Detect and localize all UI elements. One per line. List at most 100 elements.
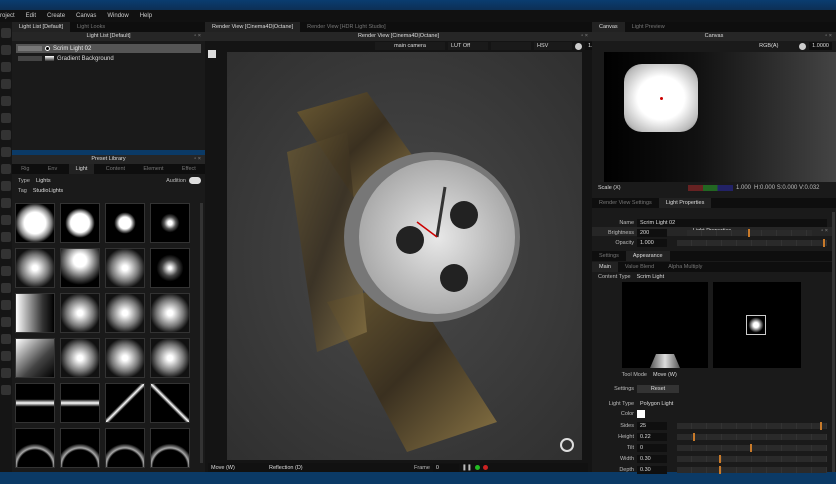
canvas-view[interactable] bbox=[604, 52, 836, 182]
color-swatch[interactable] bbox=[637, 410, 645, 418]
visibility-icons[interactable] bbox=[18, 46, 42, 51]
menu-project[interactable]: roject bbox=[0, 13, 15, 19]
preset-tab-env[interactable]: Env bbox=[41, 164, 64, 174]
preset-thumbnail[interactable] bbox=[150, 428, 190, 468]
content-type-select[interactable]: Scrim Light bbox=[633, 273, 674, 281]
tool-button[interactable] bbox=[1, 351, 11, 361]
preset-tab-light[interactable]: Light bbox=[68, 164, 95, 174]
preset-thumbnail[interactable] bbox=[15, 203, 55, 243]
param-slider[interactable] bbox=[677, 466, 827, 474]
tab-canvas[interactable]: Canvas bbox=[592, 22, 625, 32]
tab-render-hdr[interactable]: Render View [HDR Light Studio] bbox=[300, 22, 392, 32]
preset-thumbnail[interactable] bbox=[15, 338, 55, 378]
tool-button[interactable] bbox=[1, 385, 11, 395]
preset-tab-effect[interactable]: Effect bbox=[175, 164, 203, 174]
channel-select[interactable]: RGB(A) bbox=[756, 42, 797, 50]
light-handle[interactable] bbox=[660, 97, 663, 100]
reflection-select[interactable]: Reflection (D) bbox=[266, 463, 316, 472]
preset-thumbnail[interactable] bbox=[150, 383, 190, 423]
param-slider[interactable] bbox=[677, 422, 827, 430]
pause-icon[interactable]: ❚❚ bbox=[462, 464, 472, 471]
param-field[interactable]: 25 bbox=[637, 422, 667, 430]
tool-button[interactable] bbox=[1, 181, 11, 191]
brightness-slider[interactable] bbox=[687, 229, 812, 237]
tab-appearance[interactable]: Appearance bbox=[625, 251, 670, 261]
move-tool-select[interactable]: Move (W) bbox=[208, 463, 263, 472]
slider-knob[interactable] bbox=[750, 444, 752, 452]
param-field[interactable]: 0.30 bbox=[637, 466, 667, 474]
slider-knob[interactable] bbox=[719, 466, 722, 474]
param-field[interactable]: 0.22 bbox=[637, 433, 667, 441]
preset-thumbnail[interactable] bbox=[150, 293, 190, 333]
pencil-tool[interactable] bbox=[208, 50, 216, 58]
param-slider[interactable] bbox=[677, 444, 827, 452]
hsv-select[interactable]: HSV bbox=[534, 42, 572, 50]
tool-button[interactable] bbox=[1, 113, 11, 123]
scrollbar[interactable] bbox=[200, 203, 203, 463]
preset-tab-content[interactable]: Content bbox=[99, 164, 132, 174]
light-row[interactable]: Gradient Background bbox=[16, 54, 201, 63]
preset-thumbnail[interactable] bbox=[60, 338, 100, 378]
tool-button[interactable] bbox=[1, 130, 11, 140]
preset-thumbnail[interactable] bbox=[105, 338, 145, 378]
tool-button[interactable] bbox=[1, 249, 11, 259]
preset-thumbnail[interactable] bbox=[150, 248, 190, 288]
tool-button[interactable] bbox=[1, 266, 11, 276]
preset-thumbnail[interactable] bbox=[60, 248, 100, 288]
exposure-icon[interactable] bbox=[799, 42, 807, 50]
tool-button[interactable] bbox=[1, 45, 11, 55]
preset-thumbnail[interactable] bbox=[105, 428, 145, 468]
param-field[interactable]: 0 bbox=[637, 444, 667, 452]
name-field[interactable]: Scrim Light 02 bbox=[637, 219, 827, 227]
menu-create[interactable]: Create bbox=[47, 13, 65, 19]
camera-select[interactable]: main camera bbox=[375, 42, 445, 50]
preset-thumbnail[interactable] bbox=[15, 248, 55, 288]
tool-button[interactable] bbox=[1, 62, 11, 72]
preset-thumbnail[interactable] bbox=[105, 293, 145, 333]
preset-thumbnail[interactable] bbox=[105, 383, 145, 423]
profile-curve-view[interactable] bbox=[622, 282, 708, 368]
tool-button[interactable] bbox=[1, 198, 11, 208]
audition-toggle[interactable] bbox=[189, 177, 201, 184]
preset-thumbnail[interactable] bbox=[60, 383, 100, 423]
opacity-field[interactable]: 1.000 bbox=[637, 239, 667, 247]
menu-window[interactable]: Window bbox=[107, 13, 128, 19]
lut-file[interactable] bbox=[491, 42, 531, 50]
reset-button[interactable]: Reset bbox=[637, 385, 679, 393]
preset-thumbnail[interactable] bbox=[60, 203, 100, 243]
tab-value-blend[interactable]: Value Blend bbox=[618, 262, 661, 272]
tool-button[interactable] bbox=[1, 334, 11, 344]
param-field[interactable]: 0.30 bbox=[637, 455, 667, 463]
render-viewport[interactable] bbox=[227, 52, 582, 460]
slider-knob[interactable] bbox=[719, 455, 722, 463]
scale-select[interactable]: Scale (X) bbox=[595, 184, 655, 192]
tab-main[interactable]: Main bbox=[592, 262, 618, 272]
tool-button[interactable] bbox=[1, 147, 11, 157]
tool-button[interactable] bbox=[1, 28, 11, 38]
tool-button[interactable] bbox=[1, 96, 11, 106]
preset-thumbnail[interactable] bbox=[105, 248, 145, 288]
panel-controls[interactable]: ▫ × bbox=[194, 32, 201, 41]
tool-button[interactable] bbox=[1, 283, 11, 293]
visibility-icons[interactable] bbox=[18, 56, 42, 61]
tool-button[interactable] bbox=[1, 79, 11, 89]
tool-button[interactable] bbox=[1, 232, 11, 242]
slider-knob[interactable] bbox=[693, 433, 696, 441]
menu-edit[interactable]: Edit bbox=[26, 13, 36, 19]
preset-thumbnail[interactable] bbox=[150, 338, 190, 378]
slider-knob[interactable] bbox=[820, 422, 823, 430]
tool-mode-select[interactable]: Move (W) bbox=[650, 371, 700, 379]
tab-settings[interactable]: Settings bbox=[592, 251, 626, 261]
opacity-slider[interactable] bbox=[677, 239, 827, 247]
preset-thumbnail[interactable] bbox=[15, 293, 55, 333]
tool-button[interactable] bbox=[1, 368, 11, 378]
exposure-icon[interactable] bbox=[575, 42, 582, 50]
tool-button[interactable] bbox=[1, 164, 11, 174]
preset-thumbnail[interactable] bbox=[60, 428, 100, 468]
preset-tab-element[interactable]: Element bbox=[136, 164, 170, 174]
param-slider[interactable] bbox=[677, 455, 827, 463]
light-type-select[interactable]: Polygon Light bbox=[637, 400, 677, 408]
scrollbar[interactable] bbox=[832, 212, 835, 472]
lut-select[interactable]: LUT Off bbox=[448, 42, 488, 50]
tab-light-looks[interactable]: Light Looks bbox=[70, 22, 112, 32]
